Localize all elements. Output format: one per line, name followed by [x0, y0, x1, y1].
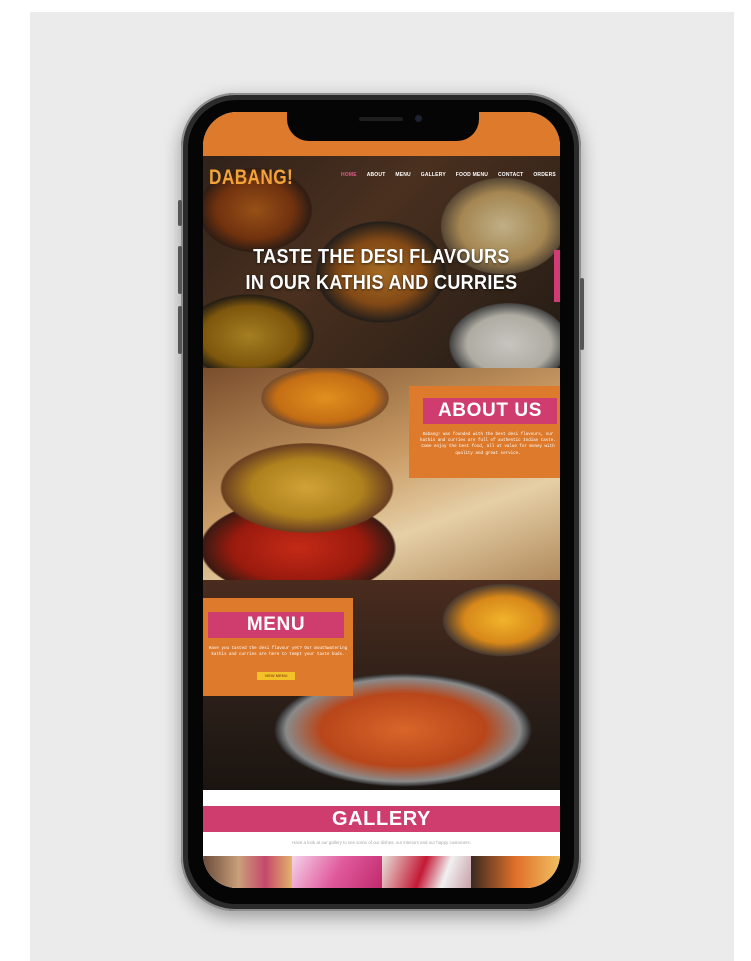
- hero-headline-line-1: TASTE THE DESI FLAVOURS: [253, 246, 510, 268]
- phone-screen: DABANG! HOME ABOUT MENU GALLERY FOOD MEN…: [203, 112, 560, 888]
- about-card: ABOUT US Dabang! was founded with the be…: [409, 386, 560, 478]
- main-nav: HOME ABOUT MENU GALLERY FOOD MENU CONTAC…: [341, 172, 556, 178]
- speaker-grille: [359, 117, 403, 121]
- nav-item-food-menu[interactable]: FOOD MENU: [456, 172, 488, 178]
- menu-card: MENU Have you tasted the desi flavour ye…: [203, 598, 353, 696]
- menu-section: MENU Have you tasted the desi flavour ye…: [203, 580, 560, 790]
- hero-section: DABANG! HOME ABOUT MENU GALLERY FOOD MEN…: [203, 156, 560, 368]
- nav-item-about[interactable]: ABOUT: [367, 172, 386, 178]
- nav-item-gallery[interactable]: GALLERY: [421, 172, 446, 178]
- nav-item-orders[interactable]: ORDERS: [533, 172, 556, 178]
- site-logo[interactable]: DABANG!: [209, 166, 293, 190]
- gallery-thumbnail[interactable]: [292, 856, 382, 888]
- nav-item-home[interactable]: HOME: [341, 172, 357, 178]
- view-menu-button[interactable]: VIEW MENU: [257, 672, 295, 680]
- phone-notch: [287, 107, 479, 141]
- phone-volume-up-button: [178, 246, 182, 294]
- menu-text: Have you tasted the desi flavour yet? Ou…: [208, 647, 348, 658]
- about-text: Dabang! was founded with the best desi f…: [420, 433, 556, 456]
- phone-volume-down-button: [178, 306, 182, 354]
- hero-headline-line-2: IN OUR KATHIS AND CURRIES: [245, 272, 518, 294]
- gallery-thumbnail[interactable]: [381, 856, 471, 888]
- phone-side-button: [178, 200, 182, 226]
- about-section: ABOUT US Dabang! was founded with the be…: [203, 368, 560, 580]
- gallery-title: GALLERY: [203, 806, 560, 832]
- gallery-section: GALLERY Have a look at our gallery to se…: [203, 790, 560, 888]
- phone-power-button: [580, 278, 584, 350]
- nav-item-contact[interactable]: CONTACT: [498, 172, 523, 178]
- side-order-tab[interactable]: [554, 250, 560, 302]
- about-title: ABOUT US: [423, 398, 557, 424]
- hero-headline: TASTE THE DESI FLAVOURS IN OUR KATHIS AN…: [221, 244, 542, 296]
- front-camera-icon: [415, 115, 422, 122]
- gallery-thumbnail[interactable]: [470, 856, 560, 888]
- nav-item-menu[interactable]: MENU: [395, 172, 411, 178]
- gallery-thumbnails: [203, 856, 560, 888]
- gallery-text: Have a look at our gallery to see some o…: [292, 840, 471, 845]
- menu-title: MENU: [208, 612, 344, 638]
- gallery-thumbnail[interactable]: [203, 856, 293, 888]
